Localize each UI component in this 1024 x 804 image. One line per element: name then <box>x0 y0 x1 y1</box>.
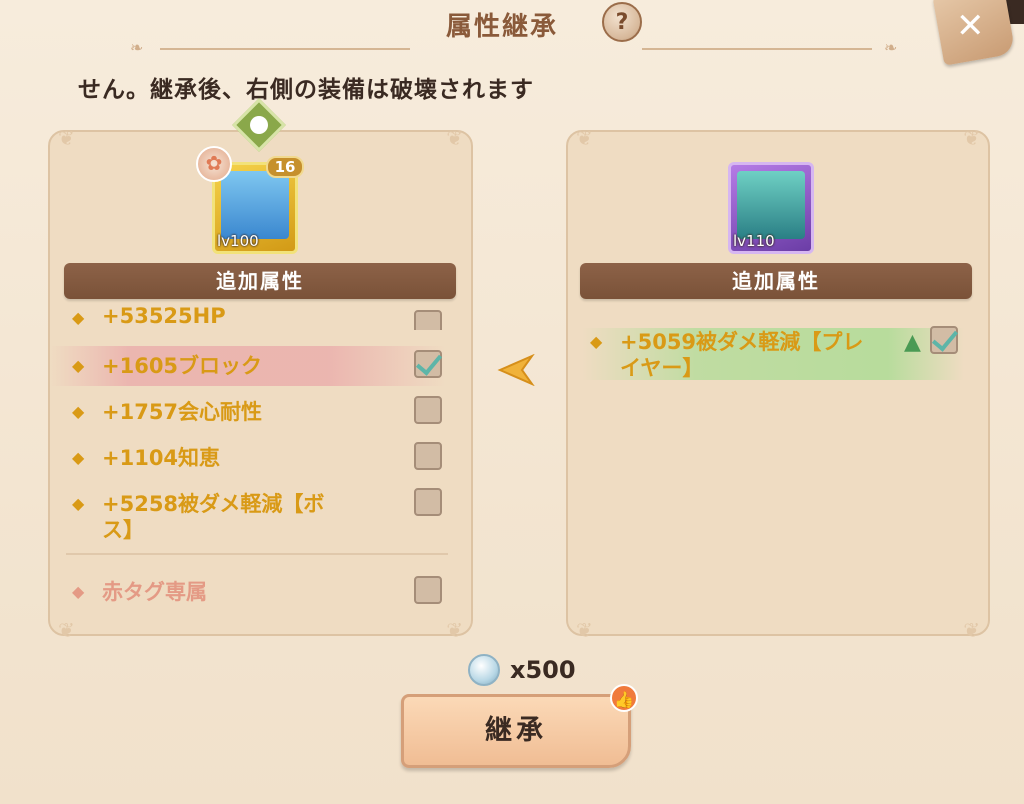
additional-attributes-banner: 追加属性 <box>580 263 972 299</box>
attribute-text: +1104知恵 <box>102 446 221 470</box>
exclusive-attribute-row[interactable]: ◆ 赤タグ専属 <box>72 576 452 608</box>
corner-ornament-icon: ❦ <box>963 126 980 150</box>
close-button[interactable]: ✕ <box>930 0 1024 70</box>
close-icon: ✕ <box>956 6 985 46</box>
attribute-checkbox[interactable] <box>414 442 442 470</box>
help-button[interactable]: ? <box>602 2 642 42</box>
attribute-row[interactable]: ◆ +1104知恵 <box>72 442 452 474</box>
inherit-button[interactable]: 継承 <box>401 694 631 768</box>
corner-ornament-icon: ❦ <box>58 618 75 642</box>
target-item-slot[interactable]: lv110 <box>728 162 814 254</box>
attribute-text-line1: +5059被ダメ軽減【プレ <box>620 330 864 354</box>
leaf-ornament-icon: ❧ <box>884 38 898 57</box>
diamond-bullet-icon: ◆ <box>72 494 85 513</box>
attribute-text: +1605ブロック <box>102 354 263 378</box>
attribute-checkbox[interactable] <box>414 396 442 424</box>
corner-ornament-icon: ❦ <box>963 618 980 642</box>
attribute-text-line2: イヤー】 <box>620 356 704 380</box>
attribute-checkbox[interactable] <box>414 310 442 330</box>
corner-ornament-icon: ❦ <box>576 618 593 642</box>
title-divider-left <box>160 48 410 50</box>
diamond-bullet-icon: ◆ <box>72 402 85 421</box>
thumbs-up-icon: 👍 <box>610 684 638 712</box>
attribute-row[interactable]: ◆ +1757会心耐性 <box>72 396 452 428</box>
diamond-bullet-icon: ◆ <box>590 332 603 351</box>
title-divider-right <box>642 48 872 50</box>
feather-currency-icon <box>468 654 500 686</box>
attribute-checkbox[interactable] <box>414 576 442 604</box>
transfer-arrow-icon <box>497 354 535 386</box>
attribute-checkbox-checked[interactable] <box>414 350 442 378</box>
exclusive-attribute-text: 赤タグ専属 <box>102 580 207 604</box>
jeans-shorts-icon <box>221 171 289 239</box>
leaf-ornament-icon: ❧ <box>130 38 144 57</box>
question-icon: ? <box>615 9 629 35</box>
attribute-row[interactable]: ◆ +53525HP <box>72 306 452 330</box>
diamond-bullet-icon: ◆ <box>72 448 85 467</box>
attribute-checkbox[interactable] <box>414 488 442 516</box>
additional-attributes-banner: 追加属性 <box>64 263 456 299</box>
diamond-bullet-icon: ◆ <box>72 356 85 375</box>
attribute-row[interactable]: ◆ +1605ブロック <box>72 350 452 382</box>
inherit-button-label: 継承 <box>485 715 547 746</box>
corner-ornament-icon: ❦ <box>446 126 463 150</box>
up-arrow-icon: ▲ <box>904 330 921 355</box>
notice-text: せん。継承後、右側の装備は破壊されます <box>78 77 534 103</box>
title-bar: ❧ ❧ 属性継承 ? ✕ <box>0 0 1024 66</box>
item-level: lv110 <box>733 232 775 250</box>
diamond-bullet-icon: ◆ <box>72 308 85 327</box>
dialog-title: 属性継承 <box>446 12 559 42</box>
corner-ornament-icon: ❦ <box>446 618 463 642</box>
enhance-level-badge: 16 <box>266 156 304 178</box>
corner-ornament-icon: ❦ <box>58 126 75 150</box>
attribute-text: +53525HP <box>102 306 226 328</box>
item-level: lv100 <box>217 232 259 250</box>
attribute-row[interactable]: ◆ +5258被ダメ軽減【ボ ス】 <box>72 488 452 546</box>
attribute-text-line2: ス】 <box>102 518 144 542</box>
teal-shorts-icon <box>737 171 805 239</box>
attribute-text-line1: +5258被ダメ軽減【ボ <box>102 492 325 516</box>
attribute-text: +1757会心耐性 <box>102 400 263 424</box>
inherit-dialog: ❧ ❧ 属性継承 ? ✕ せん。継承後、右側の装備は破壊されます ❦ ❦ ❦ ❦… <box>0 0 1024 804</box>
clover-lock-icon: ✿ <box>196 146 232 182</box>
diamond-bullet-icon: ◆ <box>72 582 85 601</box>
section-divider <box>66 553 448 555</box>
attribute-checkbox-checked[interactable] <box>930 326 958 354</box>
cost-amount: x500 <box>510 656 576 684</box>
corner-ornament-icon: ❦ <box>576 126 593 150</box>
